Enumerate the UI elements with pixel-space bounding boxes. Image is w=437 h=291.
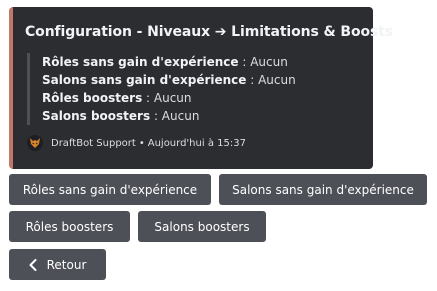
embed-title: Configuration - Niveaux ➔ Limitations & … xyxy=(25,24,394,40)
footer-author: DraftBot Support xyxy=(51,137,136,149)
field-value: : Aucun xyxy=(150,109,200,123)
field-value: : Aucun xyxy=(246,73,296,87)
field-channels-no-xp: Salons sans gain d'expérience : Aucun xyxy=(42,71,296,89)
button-label: Retour xyxy=(46,257,87,272)
draftbot-fox-icon xyxy=(27,135,43,151)
button-label: Rôles sans gain d'expérience xyxy=(22,182,198,197)
chevron-left-icon xyxy=(29,258,37,271)
roles-no-xp-button[interactable]: Rôles sans gain d'expérience xyxy=(9,174,211,205)
embed-field-list: Rôles sans gain d'expérience : Aucun Sal… xyxy=(27,53,296,125)
roles-boosters-button[interactable]: Rôles boosters xyxy=(9,211,130,242)
channels-boosters-button[interactable]: Salons boosters xyxy=(138,211,266,242)
footer-timestamp: Aujourd'hui à 15:37 xyxy=(147,137,246,149)
field-channels-boosters: Salons boosters : Aucun xyxy=(42,107,296,125)
field-value: : Aucun xyxy=(238,55,288,69)
footer-separator: • xyxy=(138,137,145,149)
field-name: Salons boosters xyxy=(42,109,151,123)
back-button[interactable]: Retour xyxy=(9,249,106,280)
embed-card: Configuration - Niveaux ➔ Limitations & … xyxy=(9,7,393,169)
field-roles-no-xp: Rôles sans gain d'expérience : Aucun xyxy=(42,53,296,71)
field-name: Rôles boosters xyxy=(42,91,143,105)
channels-no-xp-button[interactable]: Salons sans gain d'expérience xyxy=(219,174,427,205)
field-value: : Aucun xyxy=(142,91,192,105)
button-label: Salons sans gain d'expérience xyxy=(232,182,414,197)
field-roles-boosters: Rôles boosters : Aucun xyxy=(42,89,296,107)
embed-footer: DraftBot Support • Aujourd'hui à 15:37 xyxy=(27,135,246,151)
button-label: Rôles boosters xyxy=(25,219,114,234)
field-name: Rôles sans gain d'expérience xyxy=(42,55,239,69)
button-label: Salons boosters xyxy=(154,219,250,234)
field-name: Salons sans gain d'expérience xyxy=(42,73,247,87)
